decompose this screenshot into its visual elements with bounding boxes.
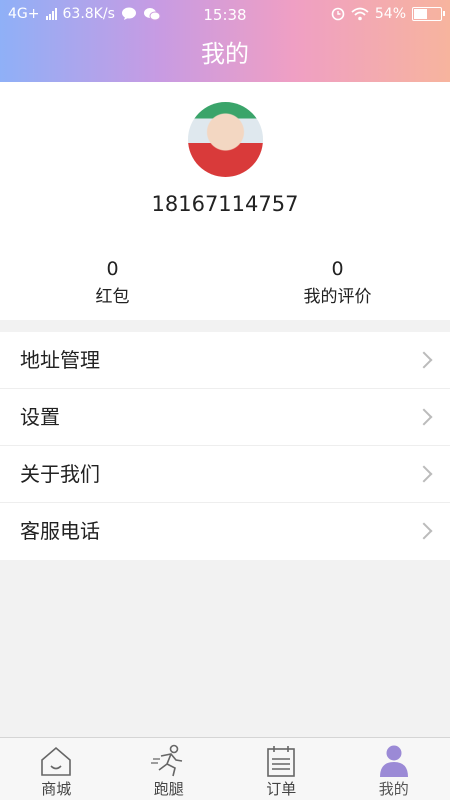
order-calendar-icon <box>267 746 295 777</box>
battery-percent: 54% <box>374 6 406 22</box>
page-title: 我的 <box>201 40 249 68</box>
profile-person-icon <box>379 745 408 777</box>
runner-icon <box>150 744 182 777</box>
menu-item-address[interactable]: 地址管理 <box>0 332 450 389</box>
network-speed: 63.8K/s <box>62 6 115 22</box>
tab-label: 我的 <box>378 780 409 798</box>
menu-item-label: 设置 <box>20 405 60 429</box>
stat-red-packet[interactable]: 0 红包 <box>0 258 225 307</box>
tab-orders[interactable]: 订单 <box>225 738 338 800</box>
message-bubble-icon <box>121 7 136 20</box>
menu-item-settings[interactable]: 设置 <box>0 389 450 446</box>
bottom-tab-bar: 商城 跑腿 订单 我的 <box>0 737 450 800</box>
tab-errand[interactable]: 跑腿 <box>113 738 226 800</box>
battery-icon <box>412 7 445 21</box>
network-type: 4G+ <box>8 6 40 22</box>
menu-item-label: 关于我们 <box>20 462 100 486</box>
phone-number: 18167114757 <box>151 192 299 216</box>
menu-item-label: 地址管理 <box>20 348 100 372</box>
tab-label: 商城 <box>41 780 72 798</box>
profile-section: 18167114757 0 红包 0 我的评价 <box>0 82 450 320</box>
chevron-right-icon <box>415 408 433 426</box>
tab-shop[interactable]: 商城 <box>0 738 113 800</box>
shop-house-icon <box>41 746 71 776</box>
settings-menu: 地址管理 设置 关于我们 客服电话 <box>0 332 450 560</box>
alarm-icon <box>331 7 345 21</box>
status-bar: 4G+ 63.8K/s 15:38 54% <box>0 0 450 30</box>
avatar[interactable] <box>188 102 263 177</box>
tab-label: 跑腿 <box>153 780 184 798</box>
stat-value: 0 <box>331 258 344 280</box>
stat-my-reviews[interactable]: 0 我的评价 <box>225 258 450 307</box>
chevron-right-icon <box>415 465 433 483</box>
wechat-icon <box>143 8 161 21</box>
tab-mine[interactable]: 我的 <box>338 738 450 800</box>
wifi-icon <box>351 7 369 21</box>
menu-item-support-phone[interactable]: 客服电话 <box>0 503 450 560</box>
menu-item-label: 客服电话 <box>20 519 100 543</box>
stat-label: 我的评价 <box>303 287 372 307</box>
signal-icon <box>45 8 57 20</box>
stat-value: 0 <box>106 258 119 280</box>
chevron-right-icon <box>415 351 433 369</box>
stat-label: 红包 <box>95 287 130 307</box>
top-header: 4G+ 63.8K/s 15:38 54% 我的 <box>0 0 450 82</box>
chevron-right-icon <box>415 522 433 540</box>
tab-label: 订单 <box>266 780 297 798</box>
menu-item-about[interactable]: 关于我们 <box>0 446 450 503</box>
